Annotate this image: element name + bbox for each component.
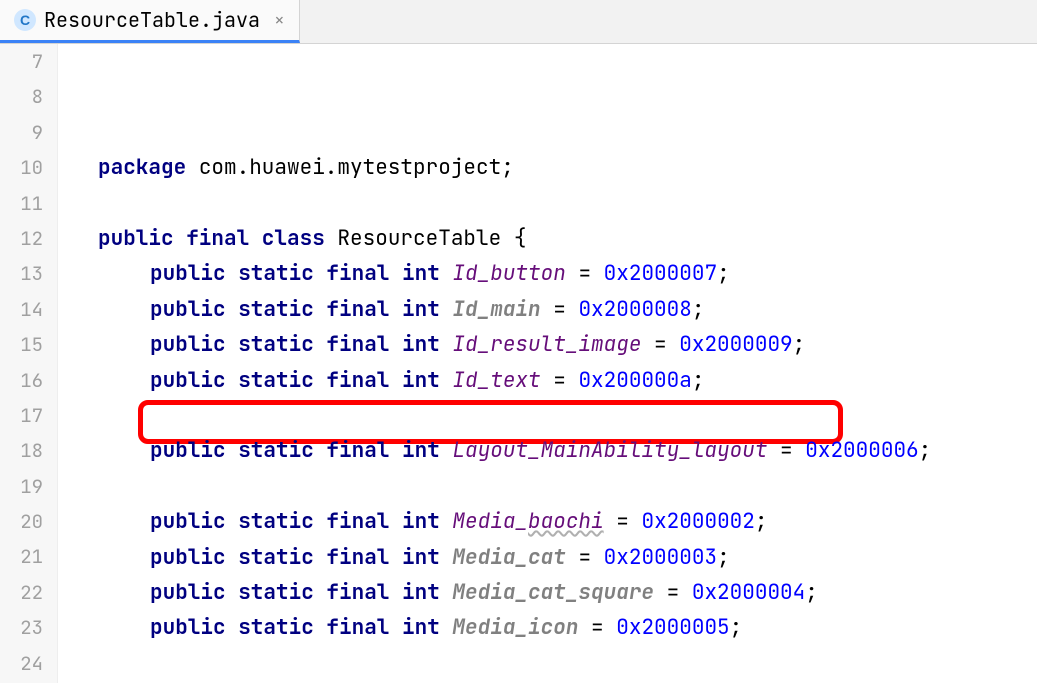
token-fld: Id_text bbox=[452, 367, 540, 394]
code-line[interactable] bbox=[58, 646, 1037, 681]
token-punct: = bbox=[591, 614, 604, 641]
line-number: 7 bbox=[0, 44, 43, 79]
token-num: 0x2000004 bbox=[692, 579, 805, 606]
token-punct: ; bbox=[692, 296, 705, 323]
token-punct: = bbox=[578, 544, 591, 571]
token-kw: public static final int bbox=[150, 544, 440, 571]
line-number: 20 bbox=[0, 504, 43, 539]
token-num: 0x2000002 bbox=[641, 508, 754, 535]
line-number: 24 bbox=[0, 646, 43, 681]
line-number-gutter: 789101112131415161718192021222324 bbox=[0, 44, 58, 683]
token-punct: ; bbox=[793, 331, 806, 358]
code-line[interactable]: public static final int Id_result_image … bbox=[58, 327, 1037, 362]
token-kw: public static final int bbox=[150, 296, 440, 323]
line-number: 9 bbox=[0, 115, 43, 150]
token-punct: ; bbox=[692, 367, 705, 394]
token-fld-gray: Id_main bbox=[452, 296, 540, 323]
line-number: 11 bbox=[0, 186, 43, 221]
tab-resourcetable[interactable]: C ResourceTable.java × bbox=[0, 0, 300, 43]
line-number: 19 bbox=[0, 469, 43, 504]
line-number: 23 bbox=[0, 610, 43, 645]
token-punct: ; bbox=[501, 154, 514, 181]
token-num: 0x2000007 bbox=[604, 260, 717, 287]
token-punct: ; bbox=[805, 579, 818, 606]
code-line[interactable]: package com.huawei.mytestproject; bbox=[58, 150, 1037, 185]
line-number: 17 bbox=[0, 398, 43, 433]
token-punct: = bbox=[578, 260, 591, 287]
code-line[interactable] bbox=[58, 398, 1037, 433]
token-fld: Id_result_image bbox=[452, 331, 641, 358]
line-number: 22 bbox=[0, 575, 43, 610]
code-line[interactable]: public static final int Media_cat_square… bbox=[58, 575, 1037, 610]
token-kw: public static final int bbox=[150, 367, 440, 394]
token-fld: Id_button bbox=[452, 260, 565, 287]
token-num: 0x2000003 bbox=[604, 544, 717, 571]
token-punct: = bbox=[654, 331, 667, 358]
code-line[interactable]: public static final int Id_main = 0x2000… bbox=[58, 292, 1037, 327]
code-line[interactable]: public final class ResourceTable { bbox=[58, 221, 1037, 256]
token-punct: = bbox=[553, 367, 566, 394]
tab-bar: C ResourceTable.java × bbox=[0, 0, 1037, 44]
code-line[interactable]: public static final int Media_icon = 0x2… bbox=[58, 610, 1037, 645]
token-kw: public static final int bbox=[150, 508, 440, 535]
close-icon[interactable]: × bbox=[274, 9, 285, 32]
token-num: 0x2000006 bbox=[805, 437, 918, 464]
token-fld-wavy: baochi bbox=[528, 508, 604, 535]
token-kw: package bbox=[98, 154, 186, 181]
line-number: 13 bbox=[0, 256, 43, 291]
token-cls: ResourceTable bbox=[337, 225, 501, 252]
token-punct: ; bbox=[717, 260, 730, 287]
token-kw: public static final int bbox=[150, 579, 440, 606]
token-punct: = bbox=[667, 579, 680, 606]
token-pkg: com.huawei.mytestproject bbox=[199, 154, 501, 181]
token-kw: public static final int bbox=[150, 614, 440, 641]
line-number: 14 bbox=[0, 292, 43, 327]
token-kw: public static final int bbox=[150, 437, 440, 464]
token-fld: Layout_MainAbility_layout bbox=[452, 437, 767, 464]
token-punct: ; bbox=[755, 508, 768, 535]
token-num: 0x200000a bbox=[578, 367, 691, 394]
token-fld-gray: Media_cat bbox=[452, 544, 565, 571]
token-punct: ; bbox=[919, 437, 932, 464]
token-fld: Media_ bbox=[452, 508, 528, 535]
token-punct: = bbox=[616, 508, 629, 535]
class-file-icon: C bbox=[14, 9, 36, 31]
code-line[interactable]: public static final int Media_cat = 0x20… bbox=[58, 540, 1037, 575]
token-num: 0x2000008 bbox=[578, 296, 691, 323]
line-number: 18 bbox=[0, 433, 43, 468]
token-fld-gray: Media_icon bbox=[452, 614, 578, 641]
token-fld-gray: Media_cat_square bbox=[452, 579, 654, 606]
code-editor[interactable]: 789101112131415161718192021222324 packag… bbox=[0, 44, 1037, 683]
code-line[interactable] bbox=[58, 469, 1037, 504]
line-number: 21 bbox=[0, 539, 43, 574]
token-kw: public static final int bbox=[150, 331, 440, 358]
token-kw: public final class bbox=[98, 225, 325, 252]
token-num: 0x2000009 bbox=[679, 331, 792, 358]
code-line[interactable]: public static final int Media_baochi = 0… bbox=[58, 504, 1037, 539]
line-number: 16 bbox=[0, 363, 43, 398]
code-line[interactable]: public static final int Id_text = 0x2000… bbox=[58, 363, 1037, 398]
code-line[interactable]: public static final int Id_button = 0x20… bbox=[58, 256, 1037, 291]
token-punct: = bbox=[780, 437, 793, 464]
token-num: 0x2000005 bbox=[616, 614, 729, 641]
token-kw: public static final int bbox=[150, 260, 440, 287]
code-line[interactable] bbox=[58, 186, 1037, 221]
code-area[interactable]: package com.huawei.mytestproject;public … bbox=[58, 44, 1037, 683]
code-line[interactable]: public static final int Layout_MainAbili… bbox=[58, 433, 1037, 468]
line-number: 10 bbox=[0, 150, 43, 185]
token-punct: ; bbox=[730, 614, 743, 641]
token-punct: ; bbox=[717, 544, 730, 571]
token-punct: { bbox=[514, 225, 527, 252]
tab-label: ResourceTable.java bbox=[44, 7, 260, 33]
token-punct: = bbox=[553, 296, 566, 323]
line-number: 8 bbox=[0, 79, 43, 114]
line-number: 12 bbox=[0, 221, 43, 256]
editor-window: C ResourceTable.java × 78910111213141516… bbox=[0, 0, 1037, 683]
line-number: 15 bbox=[0, 327, 43, 362]
